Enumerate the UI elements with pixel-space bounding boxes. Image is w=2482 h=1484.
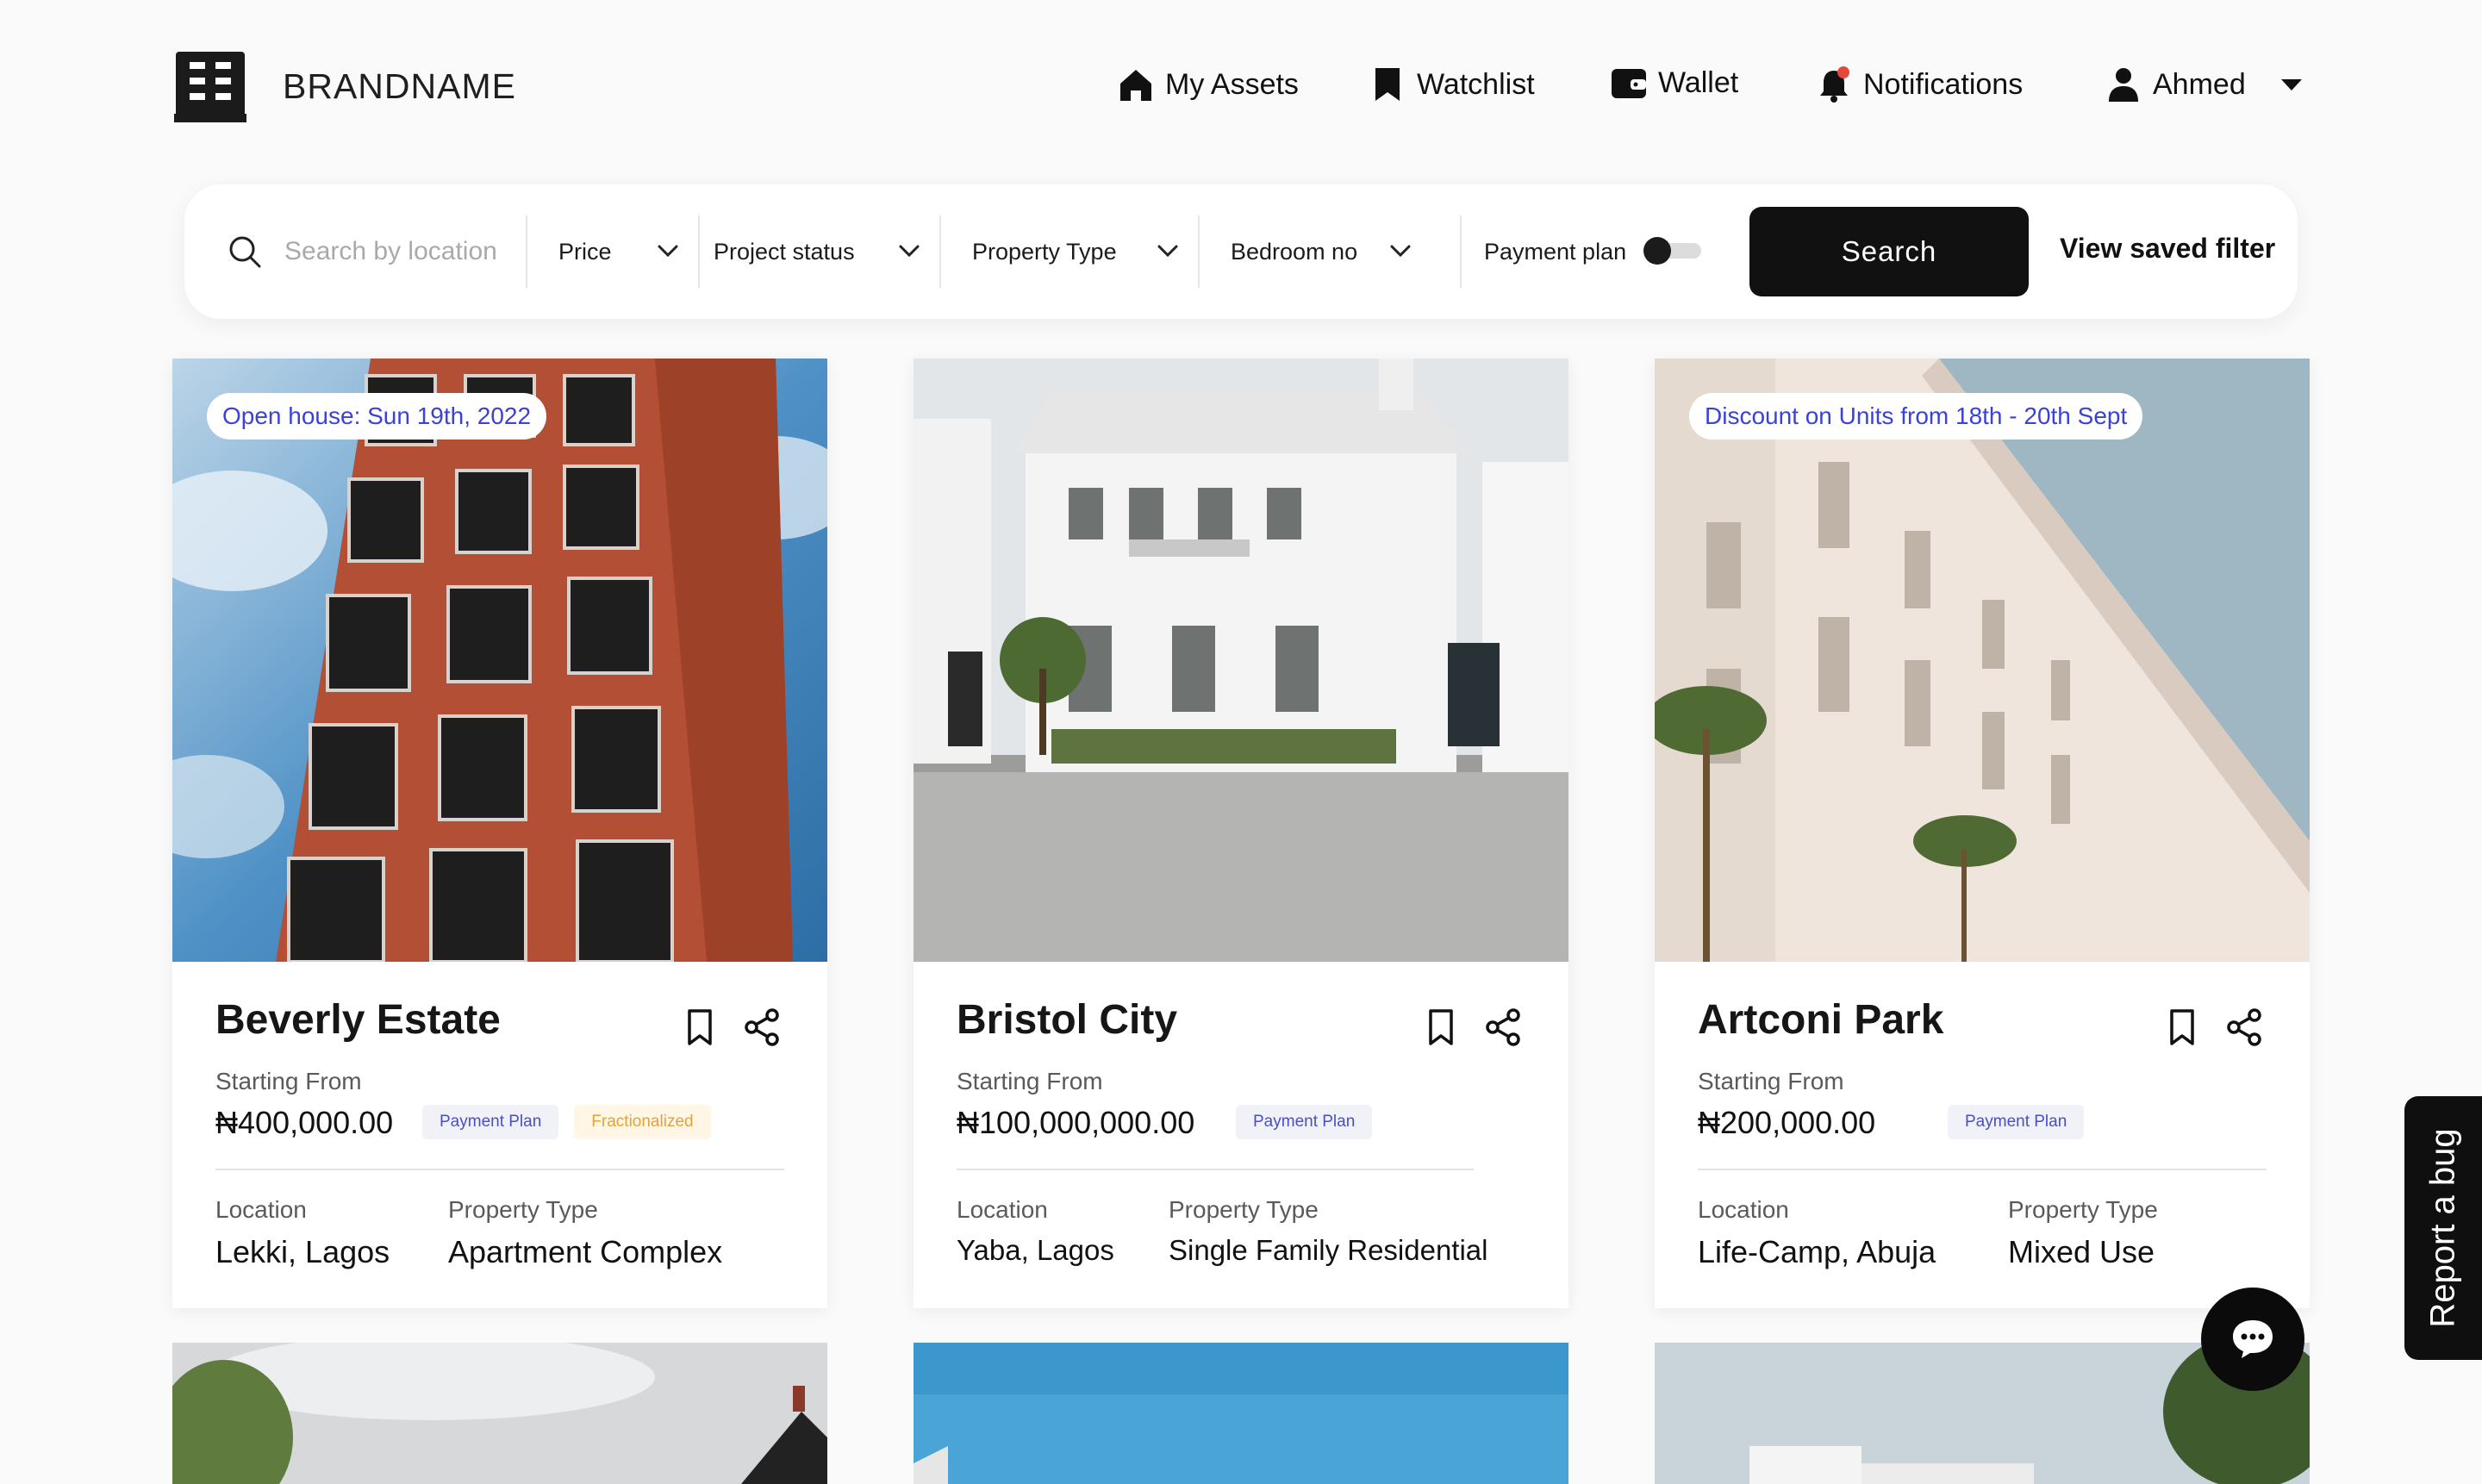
filter-bar: Search by location Price Project status … — [184, 184, 2298, 319]
starting-from-label: Starting From — [215, 1068, 362, 1094]
chat-button[interactable] — [2201, 1288, 2304, 1391]
divider — [939, 215, 941, 288]
property-image[interactable]: Open house: Sun 19th, 2022 — [172, 359, 827, 962]
property-type-value: Single Family Residential — [1169, 1234, 1488, 1266]
card-actions — [1420, 1007, 1524, 1048]
search-input[interactable]: Search by location — [284, 237, 497, 266]
bookmark-icon[interactable] — [2161, 1007, 2203, 1048]
divider — [1198, 215, 1200, 288]
starting-from-label: Starting From — [957, 1068, 1103, 1094]
nav-watchlist[interactable]: Watchlist — [1369, 60, 1535, 109]
home-icon — [1117, 65, 1155, 103]
starting-from-label: Starting From — [1698, 1068, 1844, 1094]
card-actions — [2161, 1007, 2265, 1048]
nav-my-assets-label: My Assets — [1165, 67, 1299, 101]
promo-badge: Discount on Units from 18th - 20th Sept — [1689, 393, 2143, 440]
share-icon[interactable] — [741, 1007, 783, 1048]
property-image[interactable] — [914, 1343, 1568, 1484]
property-type-label: Property Type — [2008, 1196, 2158, 1223]
property-card[interactable]: Discount on Units from 18th - 20th Sept … — [1655, 359, 2310, 1308]
payment-plan-badge: Payment Plan — [1948, 1105, 2085, 1139]
caret-down-icon[interactable] — [2280, 78, 2303, 91]
price-filter[interactable]: Price — [558, 184, 612, 319]
property-image[interactable] — [914, 359, 1568, 962]
property-title[interactable]: Artconi Park — [1698, 996, 1943, 1044]
property-card[interactable]: Open house: Sun 19th, 2022 Beverly Estat… — [172, 359, 827, 1308]
property-type-label: Property Type — [1169, 1196, 1319, 1223]
payment-plan-filter: Payment plan — [1484, 184, 1626, 319]
search-icon — [228, 234, 262, 269]
bedroom-label: Bedroom no — [1231, 238, 1358, 265]
user-menu[interactable]: Ahmed — [2105, 60, 2303, 109]
report-bug-label: Report a bug — [2423, 1128, 2462, 1328]
divider — [1698, 1169, 2267, 1170]
location-value: Lekki, Lagos — [215, 1234, 390, 1269]
property-type-filter[interactable]: Property Type — [972, 184, 1117, 319]
brand-name: BRANDNAME — [283, 65, 516, 106]
chevron-down-icon[interactable] — [655, 238, 681, 264]
wallet-icon — [1610, 64, 1648, 102]
divider — [1460, 215, 1462, 288]
view-saved-filter-link[interactable]: View saved filter — [2060, 233, 2275, 265]
search-button[interactable]: Search — [1749, 207, 2029, 296]
chevron-down-icon[interactable] — [1155, 238, 1181, 264]
brand[interactable]: BRANDNAME — [174, 50, 516, 122]
payment-plan-toggle[interactable] — [1643, 236, 1703, 265]
property-type-value: Mixed Use — [2008, 1234, 2155, 1269]
location-label: Location — [1698, 1196, 1789, 1223]
property-title[interactable]: Beverly Estate — [215, 996, 501, 1044]
share-icon[interactable] — [2223, 1007, 2265, 1048]
bedroom-filter[interactable]: Bedroom no — [1231, 184, 1357, 319]
nav-wallet[interactable]: Wallet — [1610, 59, 1738, 107]
payment-plan-badge: Payment Plan — [422, 1105, 559, 1139]
project-status-label: Project status — [714, 238, 855, 265]
property-type-label: Property Type — [448, 1196, 598, 1223]
report-bug-tab[interactable]: Report a bug — [2404, 1096, 2482, 1360]
payment-plan-badge: Payment Plan — [1236, 1105, 1373, 1139]
card-actions — [679, 1007, 783, 1048]
nav-watchlist-label: Watchlist — [1417, 67, 1535, 101]
nav-notifications-label: Notifications — [1863, 67, 2024, 101]
nav-notifications[interactable]: Notifications — [1815, 60, 2023, 109]
payment-plan-label: Payment plan — [1484, 238, 1627, 265]
property-type-value: Apartment Complex — [448, 1234, 723, 1269]
property-image[interactable] — [172, 1343, 827, 1484]
price-filter-label: Price — [558, 238, 612, 265]
project-status-filter[interactable]: Project status — [714, 184, 855, 319]
nav-my-assets[interactable]: My Assets — [1117, 60, 1299, 109]
chevron-down-icon[interactable] — [1388, 238, 1413, 264]
user-name: Ahmed — [2153, 67, 2246, 101]
divider — [215, 1169, 784, 1170]
building-icon — [174, 50, 246, 122]
chat-bubble-icon — [2230, 1318, 2275, 1361]
divider — [957, 1169, 1474, 1170]
nav-wallet-label: Wallet — [1658, 65, 1739, 99]
divider — [526, 215, 527, 288]
badges: Payment Plan — [1236, 1105, 1373, 1139]
chevron-down-icon[interactable] — [896, 238, 922, 264]
user-icon — [2105, 65, 2142, 103]
location-label: Location — [215, 1196, 307, 1223]
divider — [698, 215, 700, 288]
property-title[interactable]: Bristol City — [957, 996, 1177, 1044]
property-card[interactable]: Bristol City Starting From ₦100,000,000.… — [914, 359, 1568, 1308]
price: ₦200,000.00 — [1698, 1105, 1876, 1140]
bookmark-icon[interactable] — [679, 1007, 720, 1048]
badges: Payment Plan Fractionalized — [422, 1105, 711, 1139]
price: ₦100,000,000.00 — [957, 1105, 1195, 1140]
location-search[interactable]: Search by location — [228, 184, 497, 319]
bookmark-filled-icon — [1369, 65, 1406, 103]
property-type-label: Property Type — [972, 238, 1117, 265]
fractionalized-badge: Fractionalized — [574, 1105, 711, 1139]
bell-icon — [1815, 65, 1853, 103]
property-image[interactable]: Discount on Units from 18th - 20th Sept — [1655, 359, 2310, 962]
badges: Payment Plan — [1948, 1105, 2085, 1139]
location-value: Life-Camp, Abuja — [1698, 1234, 1936, 1269]
location-value: Yaba, Lagos — [957, 1234, 1114, 1266]
bookmark-icon[interactable] — [1420, 1007, 1462, 1048]
share-icon[interactable] — [1482, 1007, 1524, 1048]
price: ₦400,000.00 — [215, 1105, 394, 1140]
location-label: Location — [957, 1196, 1048, 1223]
promo-badge: Open house: Sun 19th, 2022 — [207, 393, 547, 440]
